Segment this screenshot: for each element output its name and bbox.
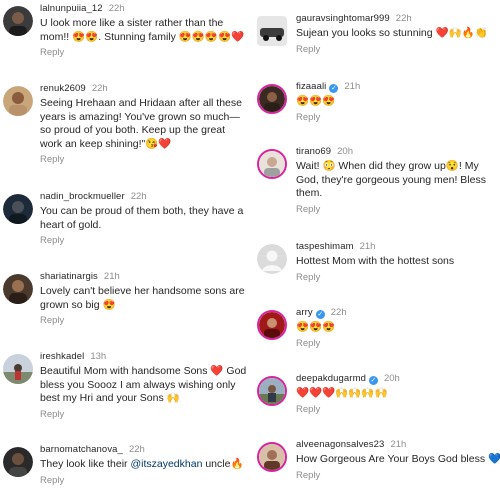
comment-text: Beautiful Mom with handsome Sons ❤️ God … (40, 365, 247, 404)
comment-username[interactable]: nadin_brockmueller (40, 191, 125, 202)
comment-username[interactable]: lalnunpuiia_12 (40, 3, 103, 14)
comment-text: You can be proud of them both, they have… (40, 205, 244, 231)
reply-button[interactable]: Reply (296, 404, 500, 415)
comment-time: 21h (103, 271, 120, 282)
verified-badge-icon: ✓ (315, 310, 325, 319)
reply-button[interactable]: Reply (40, 154, 250, 165)
reply-button[interactable]: Reply (296, 44, 500, 55)
comment-username[interactable]: gauravsinghtomar999 (296, 13, 390, 24)
comment-time: 22h (91, 83, 108, 94)
avatar[interactable] (257, 376, 287, 406)
avatar[interactable] (257, 84, 287, 114)
comment-username[interactable]: ireshkadel (40, 351, 84, 362)
comment-username[interactable]: renuk2609 (40, 83, 86, 94)
avatar[interactable] (3, 274, 33, 304)
avatar[interactable] (3, 194, 33, 224)
comment-text-part: They look like their (40, 458, 131, 470)
comments-column-left: lalnunpuiia_12 22h U look more like a sis… (0, 0, 250, 500)
comment-text: 😍😍😍 (296, 95, 336, 107)
avatar[interactable] (3, 354, 33, 384)
comment-username[interactable]: barnomatchanova_ (40, 444, 123, 455)
reply-button[interactable]: Reply (40, 235, 250, 246)
comment-text: U look more like a sister rather than th… (40, 17, 245, 43)
comment-time: 22h (130, 191, 147, 202)
comment-time: 22h (108, 3, 125, 14)
reply-button[interactable]: Reply (296, 204, 500, 215)
mention-link[interactable]: @itszayedkhan (130, 458, 202, 470)
avatar[interactable] (257, 16, 287, 46)
avatar[interactable] (257, 149, 287, 179)
comment-text: How Gorgeous Are Your Boys God bless 💙🙌 (296, 453, 500, 465)
comment-time: 13h (90, 351, 107, 362)
comment-username[interactable]: arry (296, 307, 313, 318)
reply-button[interactable]: Reply (296, 112, 500, 123)
comment-time: 21h (359, 241, 376, 252)
reply-button[interactable]: Reply (296, 470, 500, 481)
reply-button[interactable]: Reply (296, 338, 500, 349)
avatar[interactable] (3, 6, 33, 36)
comment-username[interactable]: taspeshimam (296, 241, 354, 252)
comment-text: Wait! 😳 When did they grow up😯! My God, … (296, 160, 486, 199)
avatar[interactable] (3, 86, 33, 116)
comment-username[interactable]: deepakdugarmd (296, 373, 366, 384)
verified-badge-icon: ✓ (329, 84, 339, 93)
comment-username[interactable]: fizaaali (296, 81, 326, 92)
comment-text: They look like their @itszayedkhan uncle… (40, 458, 250, 472)
comment-time: 22h (395, 13, 412, 24)
avatar[interactable] (257, 310, 287, 340)
comment-username[interactable]: shariatinargis (40, 271, 98, 282)
comment-time: 22h (128, 444, 145, 455)
comment-text-part: uncle🔥 (202, 458, 244, 470)
comment-text: Lovely can't believe her handsome sons a… (40, 285, 245, 311)
comment-time: 20h (337, 146, 353, 157)
comment-username[interactable]: tirano69 (296, 146, 331, 157)
verified-badge-icon: ✓ (368, 376, 378, 385)
reply-button[interactable]: Reply (40, 475, 250, 486)
reply-button[interactable]: Reply (40, 47, 250, 58)
comment-text: Sujean you looks so stunning ❤️🙌🔥👏 (296, 27, 488, 39)
reply-button[interactable]: Reply (40, 409, 250, 420)
avatar[interactable] (257, 442, 287, 472)
avatar[interactable] (3, 447, 33, 477)
comment-time: 21h (390, 439, 407, 450)
comment-time: 22h (330, 307, 347, 318)
comments-column-right: gauravsinghtomar999 22h Sujean you looks … (252, 0, 500, 500)
comment-time: 21h (344, 81, 361, 92)
comment-text: ❤️❤️❤️🙌🙌🙌🙌 (296, 387, 388, 399)
comment-text: Hottest Mom with the hottest sons (296, 255, 455, 267)
reply-button[interactable]: Reply (40, 315, 250, 326)
reply-button[interactable]: Reply (296, 272, 500, 283)
comment-text: Seeing Hrehaan and Hridaan after all the… (40, 97, 242, 150)
comment-text: 😍😍😍 (296, 321, 336, 333)
comment-username[interactable]: alveenagonsalves23 (296, 439, 384, 450)
default-avatar-icon[interactable] (257, 244, 287, 274)
comment-time: 20h (383, 373, 400, 384)
